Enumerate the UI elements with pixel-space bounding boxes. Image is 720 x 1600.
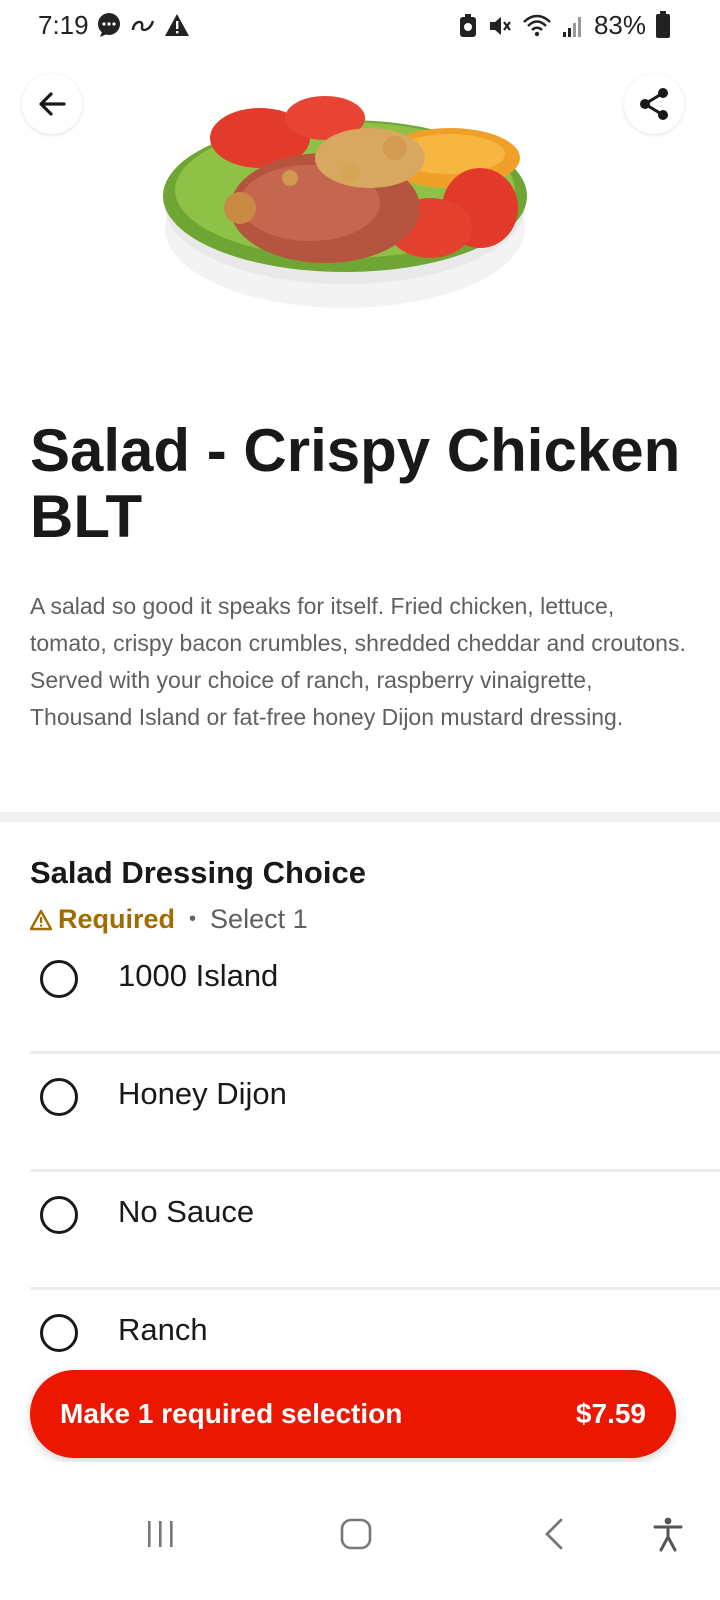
add-to-cart-button[interactable]: Make 1 required selection $7.59 (30, 1370, 676, 1458)
system-back-button[interactable] (524, 1504, 584, 1564)
accessibility-icon (653, 1517, 683, 1552)
item-description: A salad so good it speaks for itself. Fr… (30, 593, 686, 730)
radio-button[interactable] (40, 960, 78, 998)
radio-button[interactable] (40, 1078, 78, 1116)
section-divider (0, 812, 720, 822)
system-nav-bar (0, 1480, 720, 1600)
option-label: Ranch (118, 1312, 208, 1347)
link-icon (131, 20, 155, 32)
signal-icon (562, 16, 581, 37)
radio-button[interactable] (40, 1196, 78, 1234)
battery-icon (656, 10, 670, 38)
home-button[interactable] (326, 1504, 386, 1564)
option-label: Honey Dijon (118, 1076, 287, 1111)
share-icon (640, 88, 668, 120)
cta-price: $7.59 (575, 1398, 646, 1429)
status-right: 83% (458, 10, 670, 41)
select-count-label: Select 1 (210, 904, 308, 934)
back-button[interactable] (22, 74, 82, 134)
wifi-icon (523, 14, 551, 36)
recent-apps-icon (148, 1521, 173, 1547)
cta-label: Make 1 required selection (60, 1398, 403, 1429)
recent-apps-button[interactable] (130, 1504, 190, 1564)
requirement-row: Required • Select 1 (30, 904, 308, 935)
footer-background (0, 1462, 720, 1480)
share-button[interactable] (624, 74, 684, 134)
mute-icon (489, 16, 511, 35)
alert-triangle-icon (165, 14, 189, 36)
option-group-title: Salad Dressing Choice (30, 855, 366, 890)
salad-image (163, 96, 527, 308)
battery-saver-icon (459, 13, 476, 37)
option-1000-island[interactable]: 1000 Island (30, 936, 720, 1054)
arrow-left-icon (39, 92, 66, 116)
status-left-icons (96, 12, 190, 38)
status-bar: 7:19 83% (0, 0, 720, 52)
separator-dot: • (189, 908, 197, 930)
accessibility-button[interactable] (638, 1504, 698, 1564)
chevron-left-icon (545, 1518, 563, 1550)
required-label: Required (58, 904, 176, 934)
item-title: Salad - Crispy Chicken BLT (30, 417, 681, 550)
option-honey-dijon[interactable]: Honey Dijon (30, 1054, 720, 1172)
radio-button[interactable] (40, 1314, 78, 1352)
battery-percent: 83% (593, 10, 646, 40)
option-label: 1000 Island (118, 958, 279, 993)
warning-icon (30, 909, 52, 930)
home-icon (340, 1518, 372, 1550)
option-label: No Sauce (118, 1194, 255, 1229)
option-no-sauce[interactable]: No Sauce (30, 1172, 720, 1290)
status-time: 7:19 (38, 10, 89, 40)
chat-bubble-icon (98, 13, 120, 37)
